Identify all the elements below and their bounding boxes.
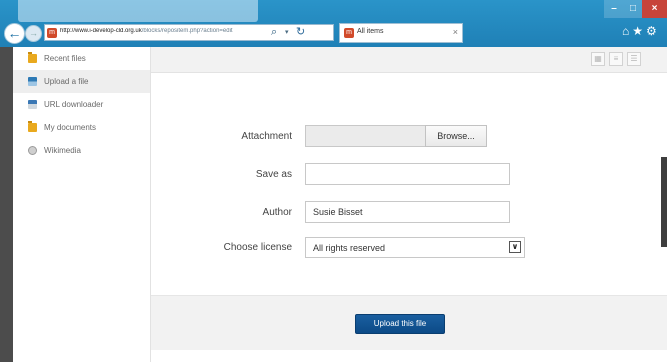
- tab-all-items[interactable]: m All items ×: [339, 23, 463, 43]
- upload-icon: [28, 77, 37, 86]
- sidebar-item-label: My documents: [44, 123, 97, 132]
- repository-sidebar: Recent files Upload a file URL downloade…: [13, 47, 151, 362]
- left-edge-bar: [0, 47, 13, 362]
- folder-icon: [28, 52, 37, 63]
- chevron-down-icon[interactable]: ∨: [509, 241, 521, 253]
- sidebar-item-wikimedia[interactable]: Wikimedia: [13, 139, 150, 162]
- folder-icon: [28, 121, 37, 132]
- license-selected-value: All rights reserved: [313, 243, 386, 253]
- sidebar-item-recent-files[interactable]: Recent files: [13, 47, 150, 70]
- address-url[interactable]: http://www.i-develop-cld.org.uk/blocks/r…: [60, 28, 268, 34]
- window-controls: – □ ×: [604, 0, 667, 18]
- save-as-input[interactable]: [305, 163, 510, 185]
- icon-view-button[interactable]: ▦: [591, 52, 605, 66]
- tab-close-icon[interactable]: ×: [453, 27, 458, 37]
- tab-title: All items: [357, 28, 384, 35]
- attachment-filename-field: [305, 125, 426, 147]
- sidebar-item-upload-a-file[interactable]: Upload a file: [13, 70, 150, 93]
- back-arrow-icon: ←: [7, 25, 22, 41]
- upload-file-button[interactable]: Upload this file: [355, 314, 445, 334]
- back-button[interactable]: ←: [4, 23, 25, 44]
- file-picker-page: Recent files Upload a file URL downloade…: [0, 47, 667, 362]
- minimize-button[interactable]: –: [604, 0, 624, 18]
- bottom-strip: [151, 350, 667, 362]
- url-domain: http://www.i-develop-cld.org.uk: [60, 28, 142, 34]
- site-favicon-icon: m: [47, 28, 57, 38]
- sidebar-item-label: Wikimedia: [44, 146, 81, 155]
- wikimedia-icon: [28, 146, 37, 155]
- license-label: Choose license: [223, 242, 292, 253]
- forward-button[interactable]: →: [25, 25, 42, 42]
- tree-view-icon: ☰: [630, 54, 638, 63]
- sidebar-item-label: URL downloader: [44, 100, 104, 109]
- list-view-icon: ≡: [613, 54, 619, 63]
- browser-chrome: ← → m http://www.i-develop-cld.org.uk/bl…: [0, 0, 667, 47]
- tree-view-button[interactable]: ☰: [627, 52, 641, 66]
- attachment-label: Attachment: [241, 131, 292, 142]
- form-footer: Upload this file: [151, 295, 667, 351]
- chevron-down-icon[interactable]: ▾: [285, 28, 289, 36]
- author-input[interactable]: Susie Bisset: [305, 201, 510, 223]
- search-icon[interactable]: ⌕: [271, 26, 277, 39]
- url-icon: [28, 100, 37, 109]
- star-icon[interactable]: ★: [632, 24, 643, 38]
- close-window-button[interactable]: ×: [642, 0, 667, 18]
- list-view-button[interactable]: ≡: [609, 52, 623, 66]
- sidebar-item-label: Recent files: [44, 54, 86, 63]
- author-label: Author: [262, 207, 292, 218]
- maximize-button[interactable]: □: [624, 0, 642, 18]
- sidebar-item-my-documents[interactable]: My documents: [13, 116, 150, 139]
- home-icon[interactable]: ⌂: [622, 24, 629, 38]
- grid-view-icon: ▦: [594, 54, 602, 63]
- forward-arrow-icon: →: [29, 28, 38, 38]
- url-path: /blocks/repositem.php?action=edit: [141, 28, 233, 34]
- tab-favicon-icon: m: [344, 28, 354, 38]
- refresh-icon[interactable]: ↻: [296, 25, 305, 38]
- browser-toolbar-icons: ⌂ ★ ⚙: [622, 24, 660, 38]
- gear-icon[interactable]: ⚙: [646, 24, 657, 38]
- save-as-label: Save as: [255, 169, 292, 180]
- background-window-titlebar: [18, 0, 258, 22]
- license-select[interactable]: All rights reserved ∨: [305, 237, 525, 258]
- sidebar-item-url-downloader[interactable]: URL downloader: [13, 93, 150, 116]
- browse-button[interactable]: Browse...: [425, 125, 487, 147]
- sidebar-item-label: Upload a file: [44, 77, 89, 86]
- scrollbar-thumb[interactable]: [661, 157, 667, 247]
- address-bar[interactable]: m http://www.i-develop-cld.org.uk/blocks…: [44, 24, 334, 41]
- view-toolbar: ▦ ≡ ☰: [151, 47, 667, 73]
